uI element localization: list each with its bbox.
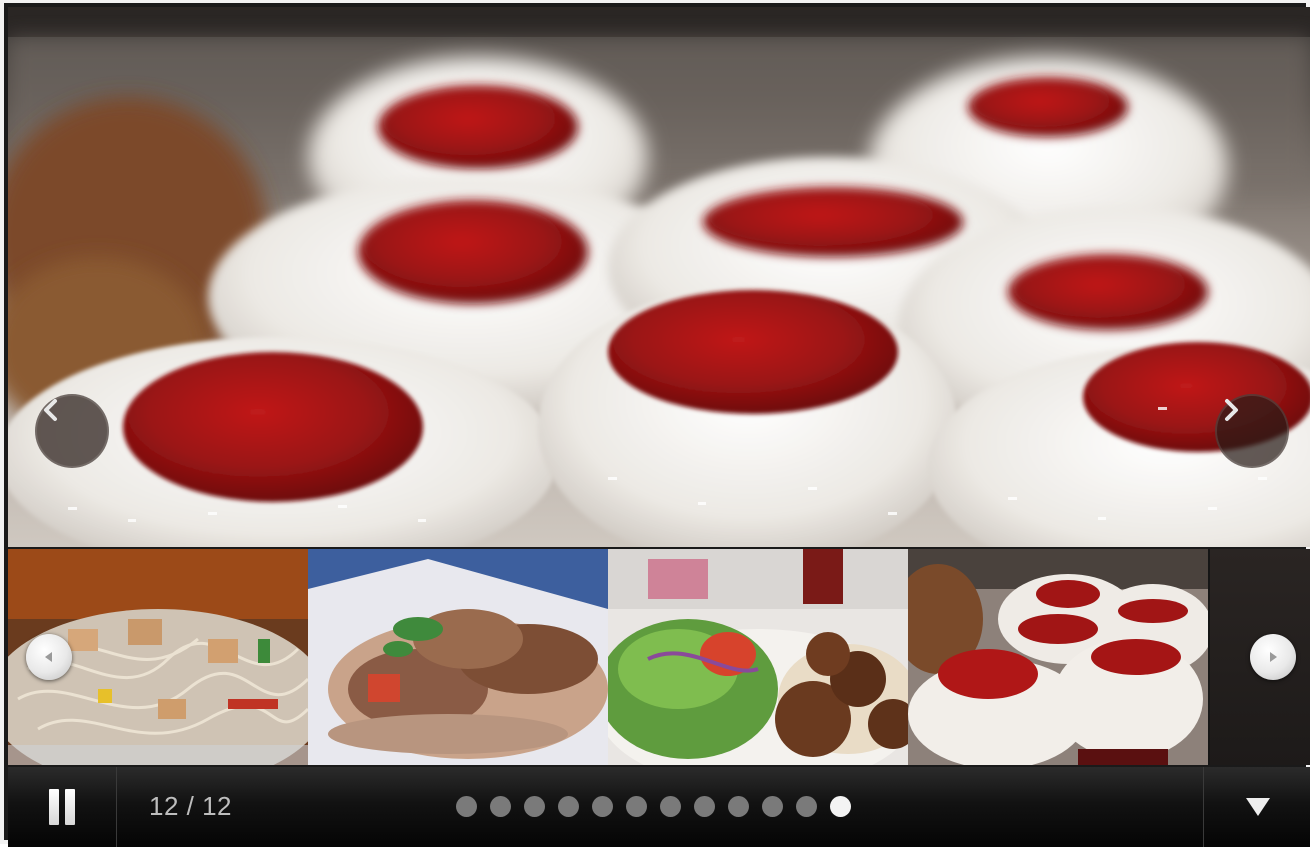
thumbnail-strip <box>8 549 1310 765</box>
slide-dot-2[interactable] <box>490 796 511 817</box>
slide-counter: 12 / 12 <box>149 791 233 821</box>
gyro-photo <box>308 549 608 765</box>
thumbnail-gyro[interactable] <box>308 549 608 765</box>
chevron-right-icon <box>1225 399 1238 421</box>
slide-dots <box>456 796 851 817</box>
triangle-down-icon <box>1245 798 1270 816</box>
main-slide-image <box>8 7 1310 547</box>
thumbnail-cupcakes[interactable] <box>908 549 1208 765</box>
cupcakes-photo <box>8 7 1310 547</box>
toggle-thumbnails-button[interactable] <box>1203 767 1310 847</box>
slide-dot-10[interactable] <box>762 796 783 817</box>
slide-dot-1[interactable] <box>456 796 477 817</box>
thumbnail-falafel[interactable] <box>608 549 908 765</box>
thumbnails-next-button[interactable] <box>1250 634 1296 680</box>
slideshow: 12 / 12 <box>0 0 1310 847</box>
chevron-left-icon <box>44 399 57 421</box>
control-bar: 12 / 12 <box>8 767 1310 847</box>
triangle-left-icon <box>45 652 52 662</box>
slide-dot-11[interactable] <box>796 796 817 817</box>
pause-button[interactable] <box>8 767 117 847</box>
previous-slide-button[interactable] <box>35 394 109 468</box>
slide-dot-4[interactable] <box>558 796 579 817</box>
triangle-right-icon <box>1270 652 1277 662</box>
pause-icon <box>49 789 75 825</box>
cupcakes-thumbnail-photo <box>908 549 1208 765</box>
slide-dot-7[interactable] <box>660 796 681 817</box>
slide-dot-9[interactable] <box>728 796 749 817</box>
slide-dot-12[interactable] <box>830 796 851 817</box>
falafel-photo <box>608 549 908 765</box>
next-slide-button[interactable] <box>1215 394 1289 468</box>
slide-dot-3[interactable] <box>524 796 545 817</box>
slide-dot-6[interactable] <box>626 796 647 817</box>
slide-dot-8[interactable] <box>694 796 715 817</box>
thumbnails-previous-button[interactable] <box>26 634 72 680</box>
slide-dot-5[interactable] <box>592 796 613 817</box>
